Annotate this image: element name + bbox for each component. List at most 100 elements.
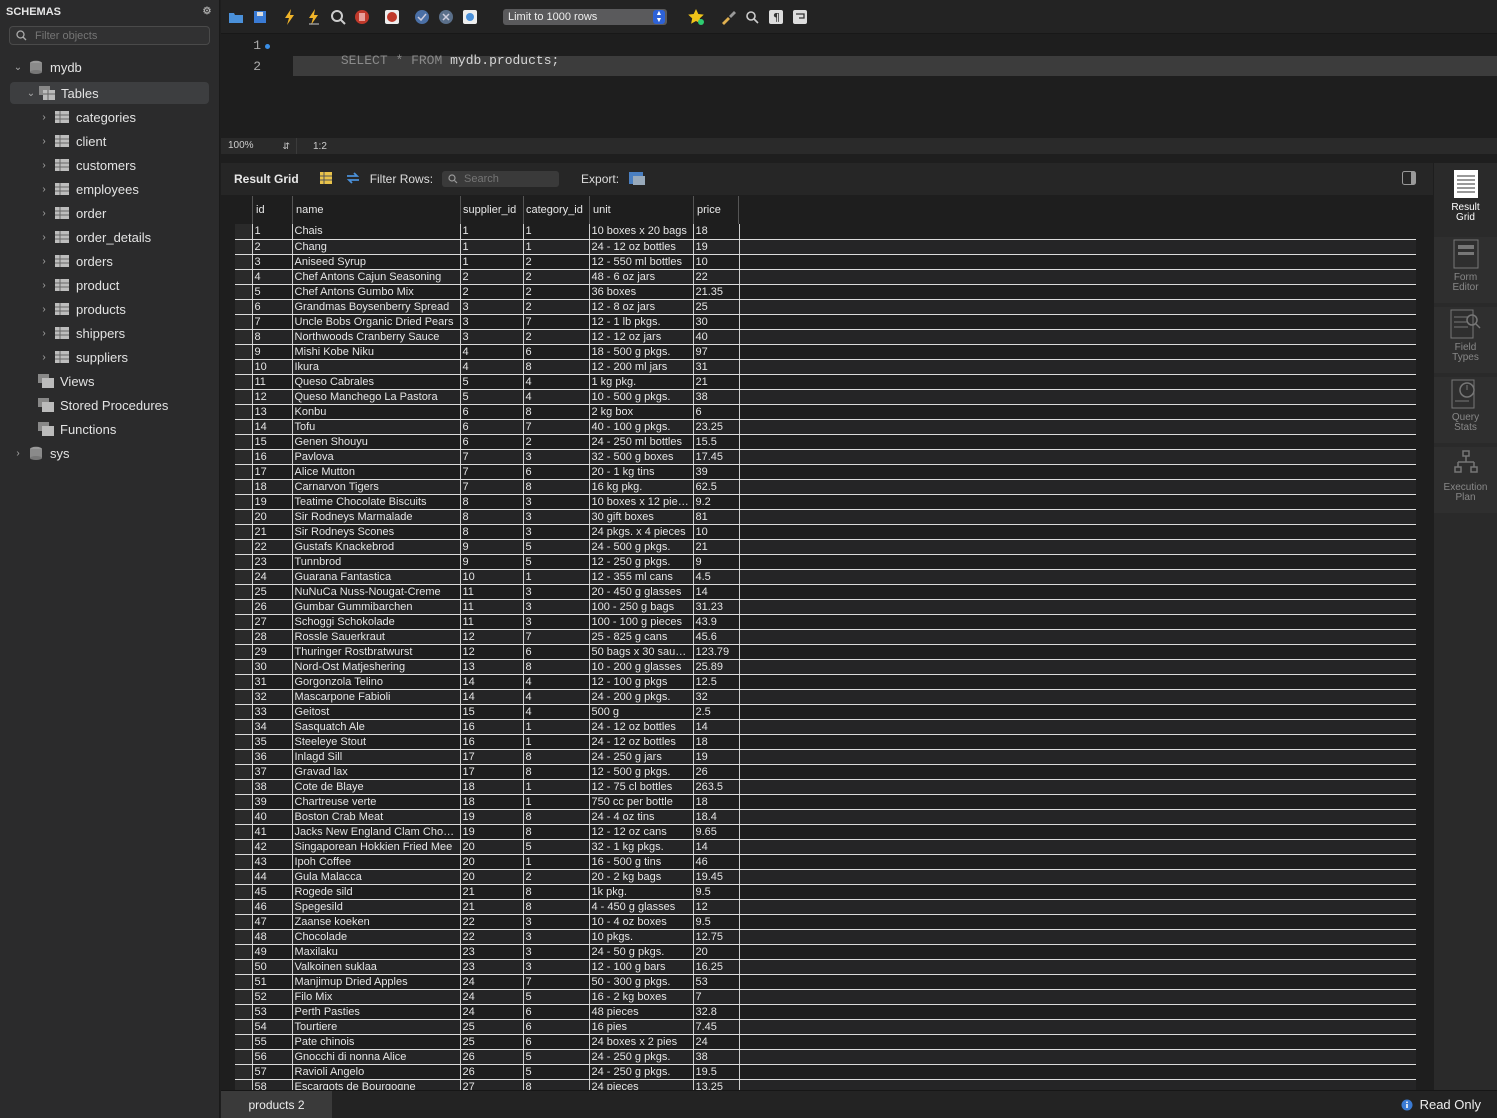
cell-price[interactable]: 39: [692, 464, 740, 480]
cell-name[interactable]: Guarana Fantastica: [291, 569, 461, 585]
row-gutter[interactable]: [235, 1064, 253, 1080]
cell-unit[interactable]: 30 gift boxes: [588, 509, 694, 525]
table-row[interactable]: 28 Rossle Sauerkraut 12 7 25 - 825 g cans 45.…: [235, 629, 1416, 645]
cell-id[interactable]: 48: [251, 929, 293, 945]
cell-supplier-id[interactable]: 20: [459, 869, 524, 885]
cell-category-id[interactable]: 6: [522, 1004, 590, 1020]
cell-unit[interactable]: 16 pies: [588, 1019, 694, 1035]
filter-objects-field[interactable]: [9, 26, 210, 45]
table-row[interactable]: 32 Mascarpone Fabioli 14 4 24 - 200 g pkgs. 3…: [235, 689, 1416, 705]
row-gutter[interactable]: [235, 254, 253, 270]
stop-hand-icon[interactable]: [353, 8, 371, 26]
row-gutter[interactable]: [235, 554, 253, 570]
row-gutter[interactable]: [235, 569, 253, 585]
cell-unit[interactable]: 1k pkg.: [588, 884, 694, 900]
cell-name[interactable]: Grandmas Boysenberry Spread: [291, 299, 461, 315]
cell-category-id[interactable]: 3: [522, 599, 590, 615]
table-row[interactable]: 5 Chef Antons Gumbo Mix 2 2 36 boxes 21.35: [235, 284, 1416, 300]
cell-name[interactable]: Tourtiere: [291, 1019, 461, 1035]
cell-supplier-id[interactable]: 12: [459, 629, 524, 645]
export-icon[interactable]: [628, 170, 646, 189]
cell-id[interactable]: 46: [251, 899, 293, 915]
table-row[interactable]: 1 Chais 1 1 10 boxes x 20 bags 18: [235, 224, 1416, 240]
beautify-brush-icon[interactable]: [719, 8, 737, 26]
row-gutter[interactable]: [235, 389, 253, 405]
table-row[interactable]: 4 Chef Antons Cajun Seasoning 2 2 48 - 6 oz …: [235, 269, 1416, 285]
cell-supplier-id[interactable]: 3: [459, 299, 524, 315]
table-row[interactable]: 12 Queso Manchego La Pastora 5 4 10 - 500 g …: [235, 389, 1416, 405]
cell-unit[interactable]: 24 - 12 oz bottles: [588, 239, 694, 255]
cell-category-id[interactable]: 2: [522, 284, 590, 300]
cell-price[interactable]: 21: [692, 539, 740, 555]
cell-id[interactable]: 40: [251, 809, 293, 825]
cell-id[interactable]: 45: [251, 884, 293, 900]
sidebar-settings-icon[interactable]: ⚙: [201, 6, 213, 18]
cell-unit[interactable]: 12 - 100 g pkgs: [588, 674, 694, 690]
table-row[interactable]: 54 Tourtiere 25 6 16 pies 7.45: [235, 1019, 1416, 1035]
cell-name[interactable]: Sasquatch Ale: [291, 719, 461, 735]
cell-supplier-id[interactable]: 26: [459, 1049, 524, 1065]
table-row[interactable]: 34 Sasquatch Ale 16 1 24 - 12 oz bottles 14: [235, 719, 1416, 735]
cell-category-id[interactable]: 8: [522, 359, 590, 375]
cell-id[interactable]: 21: [251, 524, 293, 540]
cell-supplier-id[interactable]: 6: [459, 404, 524, 420]
cell-unit[interactable]: 12 - 550 ml bottles: [588, 254, 694, 270]
cell-id[interactable]: 4: [251, 269, 293, 285]
cell-category-id[interactable]: 3: [522, 914, 590, 930]
cell-category-id[interactable]: 5: [522, 839, 590, 855]
cell-supplier-id[interactable]: 2: [459, 284, 524, 300]
cell-name[interactable]: Jacks New England Clam Cho…: [291, 824, 461, 840]
filter-rows-input[interactable]: [464, 173, 555, 185]
cell-price[interactable]: 62.5: [692, 479, 740, 495]
cell-price[interactable]: 123.79: [692, 644, 740, 660]
table-row[interactable]: 57 Ravioli Angelo 26 5 24 - 250 g pkgs. 19.5: [235, 1064, 1416, 1080]
cell-price[interactable]: 17.45: [692, 449, 740, 465]
cell-price[interactable]: 12.75: [692, 929, 740, 945]
cell-unit[interactable]: 48 - 6 oz jars: [588, 269, 694, 285]
cell-name[interactable]: Uncle Bobs Organic Dried Pears: [291, 314, 461, 330]
cell-id[interactable]: 43: [251, 854, 293, 870]
cell-category-id[interactable]: 1: [522, 569, 590, 585]
cell-name[interactable]: Perth Pasties: [291, 1004, 461, 1020]
cell-id[interactable]: 20: [251, 509, 293, 525]
cell-unit[interactable]: 100 - 250 g bags: [588, 599, 694, 615]
cell-name[interactable]: Chais: [291, 224, 461, 240]
commit-check-icon[interactable]: [413, 8, 431, 26]
cell-category-id[interactable]: 2: [522, 329, 590, 345]
cell-price[interactable]: 23.25: [692, 419, 740, 435]
chevron-right-icon[interactable]: ›: [38, 280, 50, 291]
execution-plan-view-button[interactable]: Execution Plan: [1434, 447, 1497, 513]
schema-sys[interactable]: › sys: [12, 442, 69, 464]
cell-price[interactable]: 2.5: [692, 704, 740, 720]
cell-name[interactable]: Chef Antons Gumbo Mix: [291, 284, 461, 300]
row-gutter[interactable]: [235, 944, 253, 960]
table-item-categories[interactable]: › categories: [38, 106, 136, 128]
row-gutter[interactable]: [235, 614, 253, 630]
word-wrap-icon[interactable]: [791, 8, 809, 26]
table-item-customers[interactable]: › customers: [38, 154, 136, 176]
cell-supplier-id[interactable]: 17: [459, 749, 524, 765]
table-row[interactable]: 10 Ikura 4 8 12 - 200 ml jars 31: [235, 359, 1416, 375]
result-grid-view-button[interactable]: Result Grid: [1434, 163, 1497, 229]
cell-unit[interactable]: 12 - 200 ml jars: [588, 359, 694, 375]
cell-category-id[interactable]: 7: [522, 314, 590, 330]
cell-price[interactable]: 4.5: [692, 569, 740, 585]
table-row[interactable]: 31 Gorgonzola Telino 14 4 12 - 100 g pkgs 12.…: [235, 674, 1416, 690]
cell-name[interactable]: Gravad lax: [291, 764, 461, 780]
column-header-price[interactable]: price: [693, 196, 739, 224]
cell-id[interactable]: 51: [251, 974, 293, 990]
table-row[interactable]: 43 Ipoh Coffee 20 1 16 - 500 g tins 46: [235, 854, 1416, 870]
cell-id[interactable]: 37: [251, 764, 293, 780]
cell-price[interactable]: 9: [692, 554, 740, 570]
cell-id[interactable]: 29: [251, 644, 293, 660]
cell-price[interactable]: 31: [692, 359, 740, 375]
cell-unit[interactable]: 16 - 2 kg boxes: [588, 989, 694, 1005]
table-row[interactable]: 19 Teatime Chocolate Biscuits 8 3 10 boxes x…: [235, 494, 1416, 510]
cell-id[interactable]: 47: [251, 914, 293, 930]
table-row[interactable]: 38 Cote de Blaye 18 1 12 - 75 cl bottles 263.…: [235, 779, 1416, 795]
cell-name[interactable]: Gorgonzola Telino: [291, 674, 461, 690]
filter-objects-input[interactable]: [35, 29, 195, 42]
cell-id[interactable]: 6: [251, 299, 293, 315]
cell-price[interactable]: 38: [692, 1049, 740, 1065]
table-row[interactable]: 15 Genen Shouyu 6 2 24 - 250 ml bottles 15.5: [235, 434, 1416, 450]
